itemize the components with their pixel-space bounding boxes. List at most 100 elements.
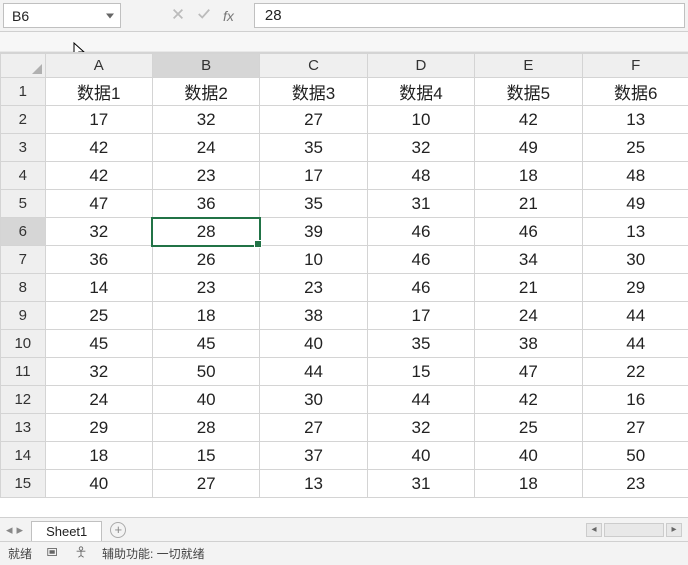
cell[interactable]: 25 <box>45 302 152 330</box>
cell[interactable]: 数据5 <box>475 78 582 106</box>
cell[interactable]: 31 <box>367 470 474 498</box>
col-header-A[interactable]: A <box>45 54 152 78</box>
cell[interactable]: 36 <box>152 190 259 218</box>
col-header-E[interactable]: E <box>475 54 582 78</box>
select-all-corner[interactable] <box>1 54 46 78</box>
cell[interactable]: 数据1 <box>45 78 152 106</box>
row-header[interactable]: 12 <box>1 386 46 414</box>
cell[interactable]: 40 <box>152 386 259 414</box>
row-header[interactable]: 3 <box>1 134 46 162</box>
confirm-icon[interactable] <box>197 7 211 24</box>
cell[interactable]: 50 <box>152 358 259 386</box>
cell[interactable]: 29 <box>582 274 688 302</box>
worksheet-area[interactable]: A B C D E F 1数据1数据2数据3数据4数据5数据6217322710… <box>0 52 688 517</box>
col-header-B[interactable]: B <box>152 54 259 78</box>
cell[interactable]: 47 <box>475 358 582 386</box>
row-header[interactable]: 1 <box>1 78 46 106</box>
cell[interactable]: 40 <box>475 442 582 470</box>
cell[interactable]: 38 <box>260 302 367 330</box>
accessibility-icon[interactable] <box>74 545 88 562</box>
cell[interactable]: 23 <box>152 274 259 302</box>
cell[interactable]: 42 <box>475 386 582 414</box>
cell[interactable]: 23 <box>260 274 367 302</box>
cell[interactable]: 27 <box>260 106 367 134</box>
cell[interactable]: 40 <box>367 442 474 470</box>
cell[interactable]: 46 <box>367 218 474 246</box>
cell[interactable]: 18 <box>475 470 582 498</box>
cell[interactable]: 30 <box>260 386 367 414</box>
row-header[interactable]: 13 <box>1 414 46 442</box>
cell[interactable]: 38 <box>475 330 582 358</box>
cell[interactable]: 27 <box>582 414 688 442</box>
cell[interactable]: 13 <box>582 106 688 134</box>
cell[interactable]: 27 <box>152 470 259 498</box>
cell[interactable]: 13 <box>260 470 367 498</box>
dropdown-icon[interactable] <box>106 13 114 18</box>
row-header[interactable]: 10 <box>1 330 46 358</box>
cell[interactable]: 50 <box>582 442 688 470</box>
row-header[interactable]: 9 <box>1 302 46 330</box>
row-header[interactable]: 15 <box>1 470 46 498</box>
tab-nav-next-icon[interactable]: ▸ <box>17 522 24 538</box>
fx-icon[interactable]: fx <box>223 8 234 24</box>
cell[interactable]: 数据3 <box>260 78 367 106</box>
cell[interactable]: 17 <box>45 106 152 134</box>
col-header-D[interactable]: D <box>367 54 474 78</box>
add-sheet-button[interactable]: + <box>110 522 126 538</box>
cell[interactable]: 32 <box>152 106 259 134</box>
cell[interactable]: 35 <box>260 190 367 218</box>
cell[interactable]: 28 <box>152 414 259 442</box>
horizontal-scrollbar[interactable]: ◂ ▸ <box>586 523 682 537</box>
row-header[interactable]: 7 <box>1 246 46 274</box>
cell[interactable]: 24 <box>475 302 582 330</box>
cell[interactable]: 46 <box>367 246 474 274</box>
cell[interactable]: 45 <box>45 330 152 358</box>
cell[interactable]: 44 <box>260 358 367 386</box>
cell[interactable]: 46 <box>367 274 474 302</box>
col-header-F[interactable]: F <box>582 54 688 78</box>
cell[interactable]: 14 <box>45 274 152 302</box>
cell[interactable]: 48 <box>367 162 474 190</box>
cell[interactable]: 数据4 <box>367 78 474 106</box>
cell[interactable]: 32 <box>367 134 474 162</box>
cell[interactable]: 18 <box>152 302 259 330</box>
cell[interactable]: 17 <box>367 302 474 330</box>
cell[interactable]: 15 <box>152 442 259 470</box>
cell[interactable]: 48 <box>582 162 688 190</box>
cell[interactable]: 46 <box>475 218 582 246</box>
cell[interactable]: 44 <box>367 386 474 414</box>
cell[interactable]: 13 <box>582 218 688 246</box>
cell[interactable]: 39 <box>260 218 367 246</box>
cell[interactable]: 45 <box>152 330 259 358</box>
macro-record-icon[interactable] <box>46 545 60 562</box>
row-header[interactable]: 8 <box>1 274 46 302</box>
formula-input[interactable]: 28 <box>254 3 685 28</box>
row-header[interactable]: 6 <box>1 218 46 246</box>
row-header[interactable]: 11 <box>1 358 46 386</box>
cell[interactable]: 25 <box>475 414 582 442</box>
cell[interactable]: 40 <box>260 330 367 358</box>
cell[interactable]: 32 <box>45 218 152 246</box>
cell[interactable]: 24 <box>45 386 152 414</box>
cell[interactable]: 18 <box>45 442 152 470</box>
cell[interactable]: 21 <box>475 190 582 218</box>
cell[interactable]: 28 <box>152 218 259 246</box>
cell[interactable]: 47 <box>45 190 152 218</box>
cell[interactable]: 32 <box>367 414 474 442</box>
cell[interactable]: 22 <box>582 358 688 386</box>
cell[interactable]: 40 <box>45 470 152 498</box>
cell[interactable]: 27 <box>260 414 367 442</box>
cell[interactable]: 10 <box>367 106 474 134</box>
name-box[interactable]: B6 <box>3 3 121 28</box>
cell[interactable]: 31 <box>367 190 474 218</box>
cell[interactable]: 24 <box>152 134 259 162</box>
cell[interactable]: 10 <box>260 246 367 274</box>
row-header[interactable]: 4 <box>1 162 46 190</box>
row-header[interactable]: 2 <box>1 106 46 134</box>
cell[interactable]: 30 <box>582 246 688 274</box>
cell[interactable]: 25 <box>582 134 688 162</box>
cell[interactable]: 34 <box>475 246 582 274</box>
cell[interactable]: 18 <box>475 162 582 190</box>
sheet-tab[interactable]: Sheet1 <box>31 521 102 541</box>
cell[interactable]: 26 <box>152 246 259 274</box>
